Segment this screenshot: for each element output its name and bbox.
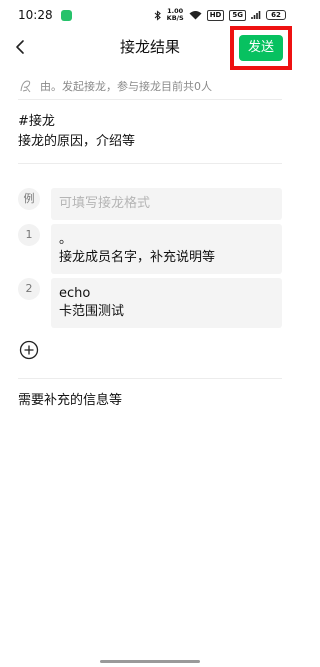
- entry-line-1: 。: [59, 232, 73, 247]
- network-speed-unit: KB/S: [166, 14, 184, 22]
- divider: [18, 378, 282, 379]
- example-format-input[interactable]: 可填写接龙格式: [51, 188, 282, 220]
- status-icons: 1.00 KB/S HD 5G 62: [154, 8, 286, 22]
- back-button[interactable]: [8, 34, 32, 60]
- topic-title: #接龙: [18, 114, 55, 129]
- network-speed: 1.00 KB/S: [167, 8, 184, 22]
- entry-line-2: 接龙成员名字，补充说明等: [59, 250, 216, 265]
- plus-circle-icon: [19, 340, 39, 360]
- topic-block[interactable]: #接龙 接龙的原因，介绍等: [18, 112, 282, 152]
- avatar[interactable]: [18, 78, 34, 94]
- divider: [18, 163, 282, 164]
- entry-line-1: echo: [59, 286, 91, 301]
- send-button-highlight: 发送: [230, 26, 292, 70]
- creator-info-text: 由。发起接龙，参与接龙目前共0人: [40, 79, 212, 93]
- battery-indicator: 62: [266, 10, 286, 20]
- hd-badge: HD: [206, 9, 225, 21]
- example-format-placeholder: 可填写接龙格式: [59, 196, 151, 211]
- add-entry-button[interactable]: [19, 340, 39, 360]
- list-item: 1 。 接龙成员名字，补充说明等: [18, 224, 282, 274]
- entry-input[interactable]: 。 接龙成员名字，补充说明等: [51, 224, 282, 274]
- list-item: 2 echo 卡范围测试: [18, 278, 282, 328]
- signal-5g-badge: 5G: [229, 9, 246, 21]
- sketch-avatar-icon: [20, 79, 31, 92]
- bluetooth-icon: [154, 9, 161, 21]
- entry-line-2: 卡范围测试: [59, 304, 125, 319]
- status-time: 10:28: [18, 8, 53, 22]
- chevron-left-icon: [16, 40, 24, 54]
- send-button[interactable]: 发送: [239, 35, 283, 61]
- entry-number: 1: [18, 224, 40, 246]
- notification-app-icon: [60, 9, 72, 21]
- entry-number: 2: [18, 278, 40, 300]
- creator-info-row: 由。发起接龙，参与接龙目前共0人: [18, 72, 282, 100]
- example-marker: 例: [18, 188, 40, 210]
- entry-input[interactable]: echo 卡范围测试: [51, 278, 282, 328]
- example-row: 例 可填写接龙格式: [18, 188, 282, 220]
- signal-bars-icon: [251, 11, 261, 19]
- supplement-info[interactable]: 需要补充的信息等: [18, 392, 282, 410]
- topic-description: 接龙的原因，介绍等: [18, 134, 136, 149]
- home-indicator[interactable]: [100, 660, 200, 663]
- wifi-icon: [189, 11, 202, 20]
